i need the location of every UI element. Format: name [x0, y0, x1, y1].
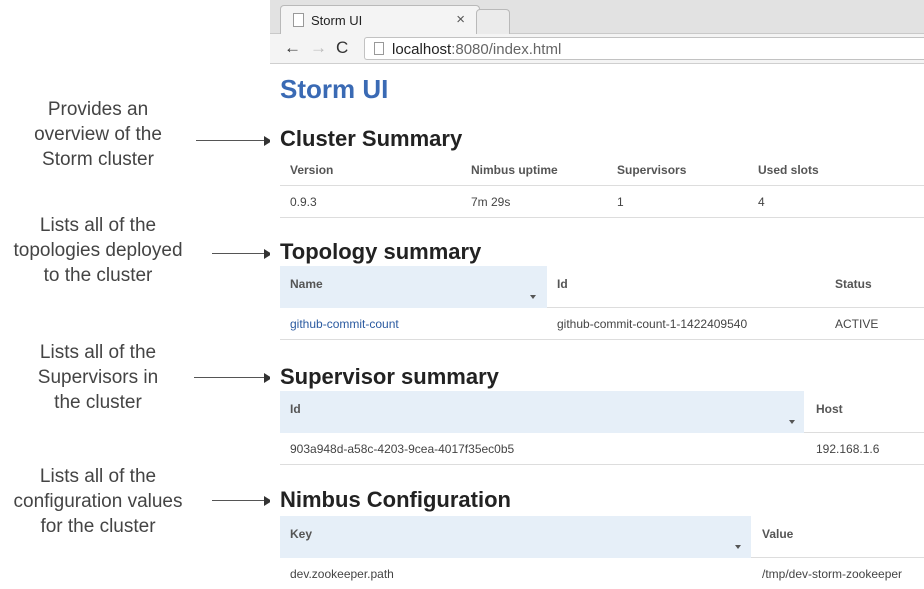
- tab-title: Storm UI: [311, 13, 363, 28]
- browser-window: Storm UI × ← → C localhost:8080/index.ht…: [270, 0, 924, 589]
- column-header-host[interactable]: Host: [816, 402, 843, 416]
- cell-topology-name: github-commit-count: [290, 317, 399, 331]
- topology-summary-title: Topology summary: [280, 239, 482, 264]
- back-arrow-icon[interactable]: ←: [284, 38, 301, 58]
- document-icon: [293, 13, 304, 27]
- column-header-id[interactable]: Id: [557, 277, 568, 291]
- annotation-line: overview of the: [34, 124, 162, 145]
- cell-config-key: dev.zookeeper.path: [290, 567, 394, 581]
- table-row: 903a948d-a58c-4203-9cea-4017f35ec0b5 192…: [280, 433, 924, 465]
- annotation-line: Lists all of the: [39, 342, 157, 363]
- nimbus-configuration-title: Nimbus Configuration: [280, 487, 511, 512]
- reload-icon[interactable]: C: [336, 38, 348, 58]
- column-header-status[interactable]: Status: [835, 277, 872, 291]
- table-row: dev.zookeeper.path /tmp/dev-storm-zookee…: [280, 558, 924, 589]
- annotation-cluster-summary: Provides an overview of the Storm cluste…: [0, 97, 196, 172]
- url-text: localhost:8080/index.html: [392, 41, 561, 58]
- page-title: Storm UI: [280, 74, 389, 104]
- url-host: localhost: [392, 41, 452, 58]
- column-header-nimbus-uptime[interactable]: Nimbus uptime: [471, 163, 558, 177]
- cell-nimbus-uptime: 7m 29s: [471, 195, 511, 209]
- sorted-column-name[interactable]: Name: [280, 266, 547, 308]
- sorted-column-id[interactable]: Id: [280, 391, 804, 433]
- cluster-summary-title: Cluster Summary: [280, 126, 463, 151]
- arrow-to-supervisor-summary: [194, 373, 272, 383]
- nimbus-configuration-header: Key Value: [280, 516, 924, 558]
- cell-version: 0.9.3: [290, 195, 317, 209]
- topology-link[interactable]: github-commit-count: [290, 317, 399, 331]
- annotation-line: Lists all of the: [39, 215, 157, 236]
- cell-topology-status: ACTIVE: [835, 317, 879, 331]
- column-header-id: Id: [290, 402, 301, 416]
- cell-used-slots: 4: [758, 195, 765, 209]
- cell-supervisor-id: 903a948d-a58c-4203-9cea-4017f35ec0b5: [290, 442, 515, 456]
- sort-caret-icon: [789, 420, 795, 424]
- browser-toolbar: ← → C localhost:8080/index.html: [270, 34, 924, 64]
- column-header-supervisors[interactable]: Supervisors: [617, 163, 686, 177]
- sort-caret-icon: [530, 295, 536, 299]
- column-header-key: Key: [290, 527, 313, 541]
- annotation-line: to the cluster: [43, 265, 153, 286]
- supervisor-summary-title: Supervisor summary: [280, 364, 499, 389]
- cell-config-value: /tmp/dev-storm-zookeeper: [762, 567, 903, 581]
- column-header-version[interactable]: Version: [290, 163, 333, 177]
- page-icon: [374, 42, 384, 55]
- table-row: 0.9.3 7m 29s 1 4: [280, 186, 924, 218]
- annotation-line: Storm cluster: [42, 149, 154, 170]
- table-row: github-commit-count github-commit-count-…: [280, 308, 924, 340]
- sort-caret-icon: [735, 545, 741, 549]
- forward-arrow-icon[interactable]: →: [310, 38, 327, 58]
- tab-strip: Storm UI ×: [270, 0, 924, 34]
- supervisor-summary-header: Id Host: [280, 391, 924, 433]
- annotation-nimbus-configuration: Lists all of the configuration values fo…: [0, 464, 196, 539]
- annotation-topology-summary: Lists all of the topologies deployed to …: [0, 213, 196, 288]
- close-icon[interactable]: ×: [456, 11, 465, 28]
- annotation-supervisor-summary: Lists all of the Supervisors in the clus…: [0, 340, 196, 415]
- annotation-line: configuration values: [13, 491, 183, 512]
- annotation-line: for the cluster: [40, 516, 156, 537]
- annotation-line: Provides an: [47, 99, 149, 120]
- column-header-name: Name: [290, 277, 323, 291]
- column-header-value[interactable]: Value: [762, 527, 793, 541]
- cluster-summary-header: Version Nimbus uptime Supervisors Used s…: [280, 154, 924, 186]
- column-header-used-slots[interactable]: Used slots: [758, 163, 819, 177]
- annotation-line: topologies deployed: [13, 240, 183, 261]
- cell-supervisor-host: 192.168.1.6: [816, 442, 880, 456]
- annotation-line: Supervisors in: [37, 367, 159, 388]
- sorted-column-key[interactable]: Key: [280, 516, 751, 558]
- annotation-line: the cluster: [54, 392, 142, 413]
- annotation-line: Lists all of the: [39, 466, 157, 487]
- arrow-to-topology-summary: [212, 249, 272, 259]
- address-bar[interactable]: localhost:8080/index.html: [364, 37, 924, 60]
- tab-storm-ui[interactable]: Storm UI ×: [280, 5, 480, 34]
- url-path: :8080/index.html: [451, 41, 562, 58]
- cell-topology-id: github-commit-count-1-1422409540: [557, 317, 748, 331]
- cell-supervisors: 1: [617, 195, 624, 209]
- arrow-to-cluster-summary: [196, 136, 272, 146]
- arrow-to-nimbus-configuration: [212, 496, 272, 506]
- new-tab-button[interactable]: [476, 9, 510, 34]
- topology-summary-header: Name Id Status: [280, 266, 924, 308]
